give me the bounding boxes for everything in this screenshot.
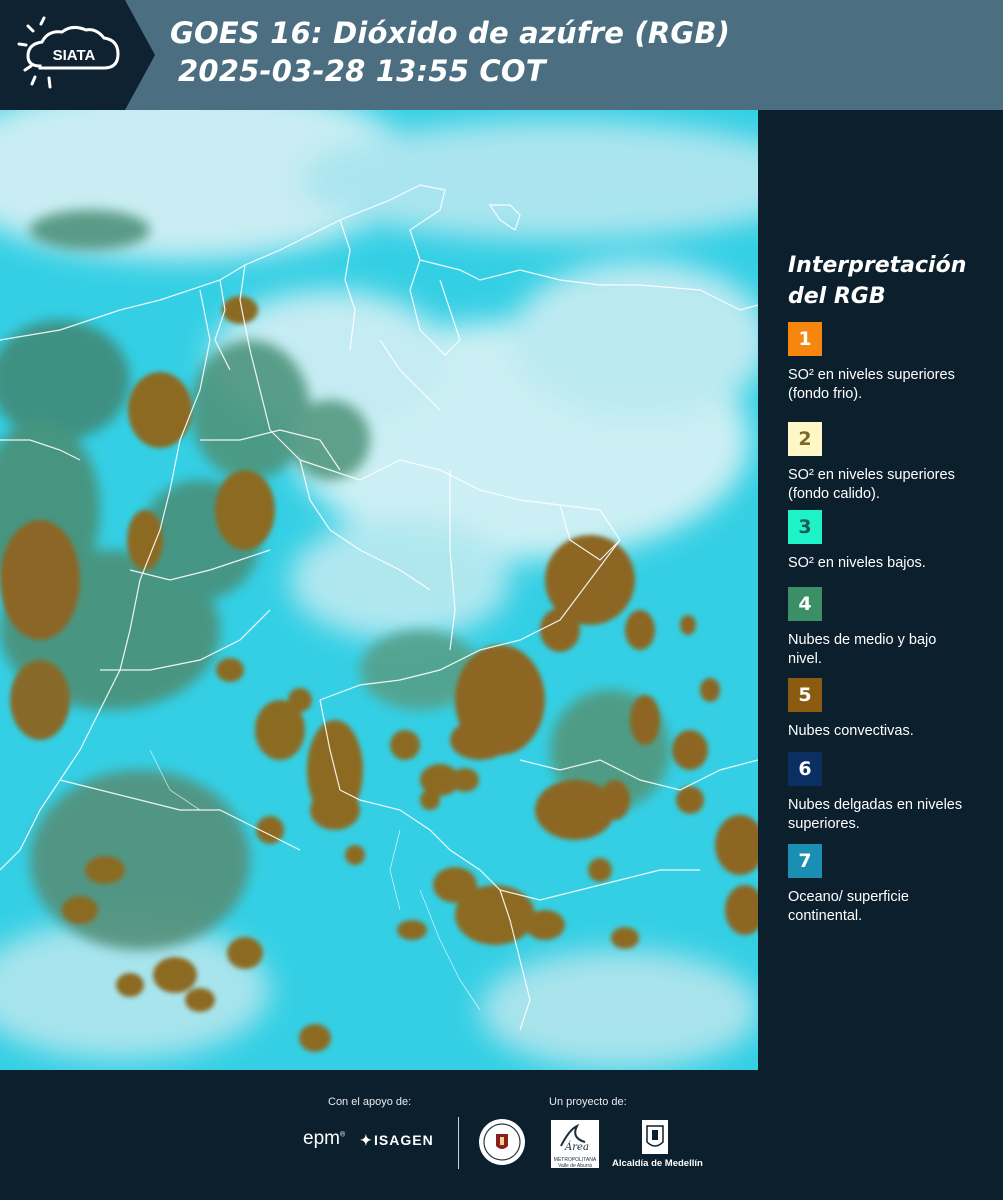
legend-item-3: 3 SO² en niveles bajos. — [788, 510, 988, 573]
legend-swatch-1: 1 — [788, 322, 822, 356]
project-label: Un proyecto de: — [549, 1096, 627, 1108]
legend-item-1: 1 SO² en niveles superiores (fondo frio)… — [788, 322, 988, 404]
legend-title-line1: Interpretación — [788, 253, 967, 278]
support-label: Con el apoyo de: — [328, 1096, 412, 1108]
rgb-legend-panel: Interpretación del RGB 1 SO² en niveles … — [758, 110, 1003, 1070]
alcaldia-text: Alcaldía de Medellín — [612, 1158, 703, 1169]
medellin-seal-logo[interactable] — [478, 1118, 526, 1170]
legend-text-1: SO² en niveles superiores (fondo frio). — [788, 367, 955, 402]
legend-item-2: 2 SO² en niveles superiores (fondo calid… — [788, 422, 988, 504]
isagen-logo-text: ISAGEN — [374, 1132, 434, 1148]
legend-title-line2: del RGB — [788, 284, 886, 309]
footer-divider — [458, 1117, 459, 1169]
legend-text-6: Nubes delgadas en niveles superiores. — [788, 797, 963, 832]
legend-title: Interpretación del RGB — [788, 250, 966, 312]
isagen-star-icon: ✦ — [360, 1132, 373, 1148]
title-datetime: 2025-03-28 13:55 COT — [178, 54, 546, 88]
siata-logo-text: SIATA — [53, 47, 96, 64]
page-title: GOES 16: Dióxido de azúfre (RGB) 2025-03… — [170, 14, 730, 90]
legend-item-5: 5 Nubes convectivas. — [788, 678, 988, 741]
legend-text-3: SO² en niveles bajos. — [788, 555, 926, 571]
legend-text-7: Oceano/ superficie continental. — [788, 889, 909, 924]
legend-swatch-6: 6 — [788, 752, 822, 786]
alcaldia-shield-icon[interactable] — [640, 1118, 670, 1160]
isagen-logo[interactable]: ✦ISAGEN — [360, 1132, 434, 1149]
siata-logo[interactable]: SIATA — [0, 0, 155, 110]
legend-swatch-2: 2 — [788, 422, 822, 456]
footer-sponsors: Con el apoyo de: Un proyecto de: epm® ✦I… — [0, 1070, 1003, 1200]
title-product: GOES 16: Dióxido de azúfre (RGB) — [170, 16, 731, 50]
legend-text-5: Nubes convectivas. — [788, 723, 914, 739]
legend-swatch-7: 7 — [788, 844, 822, 878]
epm-logo[interactable]: epm® — [303, 1128, 345, 1150]
svg-text:Área: Área — [564, 1141, 589, 1153]
epm-logo-text: epm — [303, 1128, 340, 1149]
legend-text-4: Nubes de medio y bajo nivel. — [788, 632, 937, 667]
satellite-rgb-map[interactable] — [0, 110, 758, 1070]
legend-item-6: 6 Nubes delgadas en niveles superiores. — [788, 752, 988, 834]
legend-text-2: SO² en niveles superiores (fondo calido)… — [788, 467, 955, 502]
legend-item-7: 7 Oceano/ superficie continental. — [788, 844, 988, 926]
header-bar: SIATA GOES 16: Dióxido de azúfre (RGB) 2… — [0, 0, 1003, 110]
area-metropolitana-text: METROPOLITANA Valle de Aburrá — [553, 1157, 597, 1169]
legend-swatch-3: 3 — [788, 510, 822, 544]
legend-item-4: 4 Nubes de medio y bajo nivel. — [788, 587, 988, 669]
legend-swatch-4: 4 — [788, 587, 822, 621]
legend-swatch-5: 5 — [788, 678, 822, 712]
